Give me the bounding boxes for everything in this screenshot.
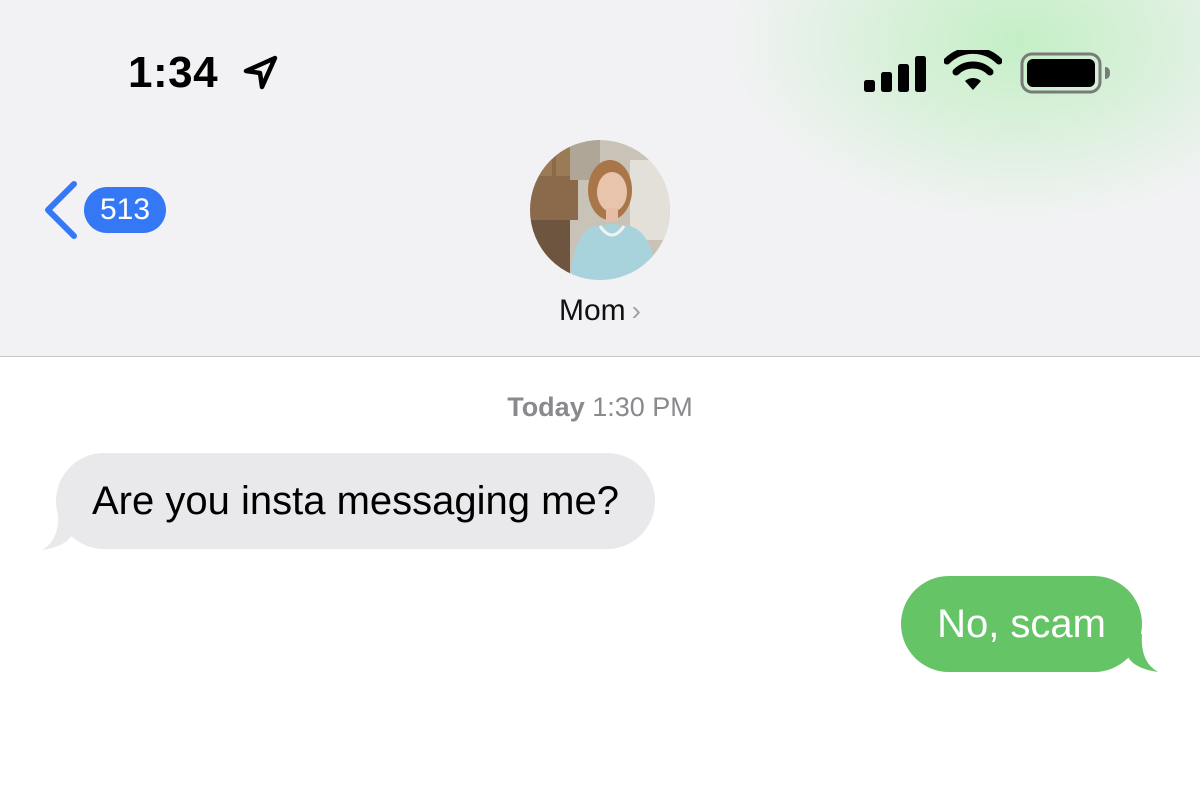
wifi-icon xyxy=(944,50,1002,90)
status-time: 1:34 xyxy=(128,48,219,97)
message-bubble-incoming[interactable]: Are you insta messaging me? xyxy=(56,453,655,549)
cellular-signal-icon xyxy=(864,56,926,92)
message-timestamp: Today 1:30 PM xyxy=(0,392,1200,423)
location-arrow-icon xyxy=(243,55,278,90)
contact-name: Mom xyxy=(559,294,626,327)
conversation-header: 1:34 513 Mom › xyxy=(0,0,1200,357)
avatar-photo xyxy=(530,140,670,280)
battery-icon xyxy=(1020,52,1110,94)
contact-name-button[interactable]: Mom › xyxy=(0,294,1200,328)
timestamp-day: Today xyxy=(507,392,585,422)
back-button[interactable]: 513 xyxy=(40,180,166,240)
contact-avatar[interactable] xyxy=(530,140,670,280)
messages-screen: 1:34 513 Mom › Today 1:30 PM Are you ins… xyxy=(0,0,1200,794)
unread-count-badge: 513 xyxy=(84,187,166,233)
message-bubble-outgoing[interactable]: No, scam xyxy=(901,576,1142,672)
timestamp-time: 1:30 PM xyxy=(592,392,693,422)
chevron-right-icon: › xyxy=(631,295,641,326)
chevron-left-icon xyxy=(45,181,77,239)
